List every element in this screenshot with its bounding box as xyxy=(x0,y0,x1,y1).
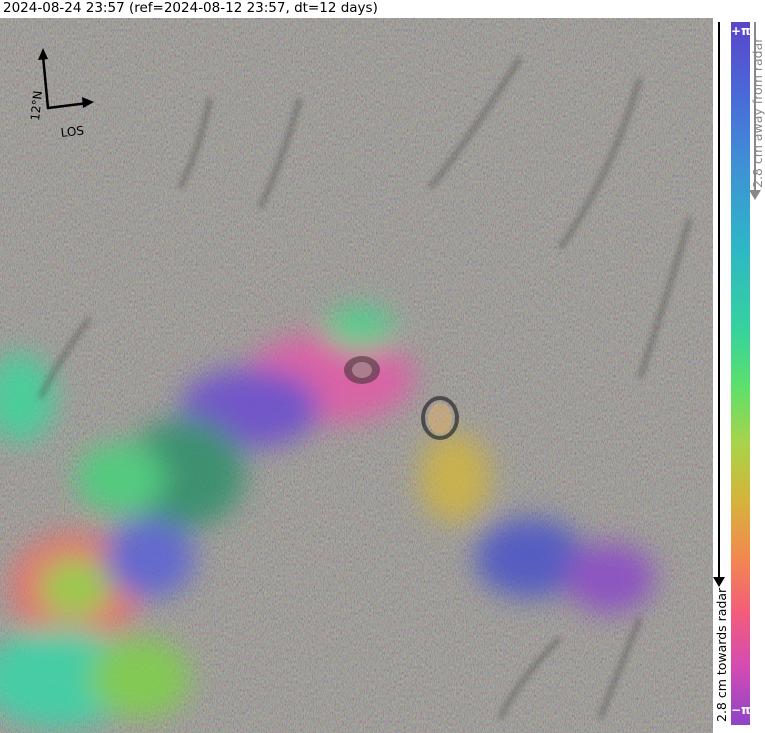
towards-label: 2.8 cm towards radar xyxy=(714,587,729,722)
colorbar-bottom-label: −π xyxy=(731,703,751,717)
image-title: 2024-08-24 23:57 (ref=2024-08-12 23:57, … xyxy=(3,0,378,16)
towards-arrow-icon xyxy=(713,577,725,587)
crater-cone xyxy=(421,396,459,440)
interferogram-map xyxy=(0,18,713,733)
colorbar xyxy=(731,22,750,725)
away-arrow-icon xyxy=(749,190,761,200)
towards-indicator-line xyxy=(718,22,720,582)
colorbar-top-label: +π xyxy=(731,24,751,38)
los-label: LOS xyxy=(60,123,85,140)
crater-summit xyxy=(344,356,380,384)
away-label: 2.8 cm away from radar xyxy=(750,37,765,188)
